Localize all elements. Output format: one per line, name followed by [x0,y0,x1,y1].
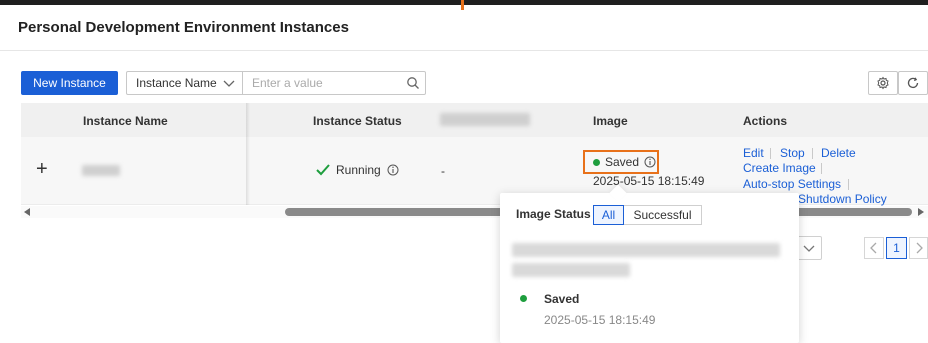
column-header-name[interactable]: Instance Name [83,114,168,128]
auto-stop-settings-link[interactable]: Auto-stop Settings [743,177,841,191]
column-header-status[interactable]: Instance Status [313,114,402,128]
refresh-button[interactable] [898,71,928,95]
redacted-text-line [512,263,630,277]
scroll-right-icon[interactable] [918,208,924,216]
image-timestamp: 2025-05-15 18:15:49 [593,174,705,188]
create-image-link[interactable]: Create Image [743,161,816,175]
title-divider [0,50,928,51]
search-placeholder: Enter a value [252,76,323,90]
page-title: Personal Development Environment Instanc… [18,19,349,36]
image-status-popover: Image Status All Successful Saved 2025-0… [500,193,799,343]
check-icon [316,164,330,176]
image-status-label: Saved [605,155,640,169]
action-separator [821,163,822,174]
action-separator [848,179,849,190]
page-size-select[interactable] [796,236,822,260]
status-label: Running [336,163,381,177]
delete-link[interactable]: Delete [821,146,856,160]
popover-entry-time: 2025-05-15 18:15:49 [544,313,656,327]
scroll-left-icon[interactable] [24,208,30,216]
action-separator [770,148,771,159]
redacted-text-line [512,243,780,257]
chevron-right-icon [916,242,923,254]
page-number-current[interactable]: 1 [886,237,907,259]
top-bar [0,0,928,5]
edit-link[interactable]: Edit [743,146,764,160]
top-bar-marker [461,0,464,10]
info-icon[interactable] [387,164,399,176]
popover-entry-status: Saved [544,292,580,306]
filter-all-button[interactable]: All [593,205,624,225]
filter-field-select[interactable]: Instance Name [126,71,243,95]
redacted-column-value: - [441,164,445,178]
previous-page-button[interactable] [864,237,884,259]
action-separator [812,148,813,159]
filter-successful-button[interactable]: Successful [624,205,702,225]
instance-status: Running [316,163,399,177]
settings-button[interactable] [868,71,898,95]
stop-link[interactable]: Stop [780,146,805,160]
next-page-button[interactable] [909,237,928,259]
search-icon[interactable] [406,76,420,90]
image-status-badge[interactable]: Saved [583,150,659,174]
chevron-down-icon [803,245,814,252]
instance-name-redacted[interactable] [82,165,120,176]
column-header-actions: Actions [743,114,788,128]
popover-title: Image Status [516,207,591,221]
chevron-left-icon [870,242,877,254]
shutdown-policy-link[interactable]: Shutdown Policy [798,192,887,206]
column-header-image[interactable]: Image [593,114,628,128]
new-instance-button[interactable]: New Instance [21,71,118,95]
gear-icon [877,76,889,90]
status-dot-icon [593,158,600,166]
info-icon[interactable] [644,156,656,168]
status-dot-icon [520,295,527,302]
chevron-down-icon [223,80,235,87]
refresh-icon [907,77,919,89]
filter-field-label: Instance Name [136,76,217,90]
column-header-redacted [440,113,530,126]
expand-row-icon[interactable]: + [36,159,48,179]
search-input[interactable]: Enter a value [243,71,426,95]
sticky-column-shadow [246,103,250,205]
